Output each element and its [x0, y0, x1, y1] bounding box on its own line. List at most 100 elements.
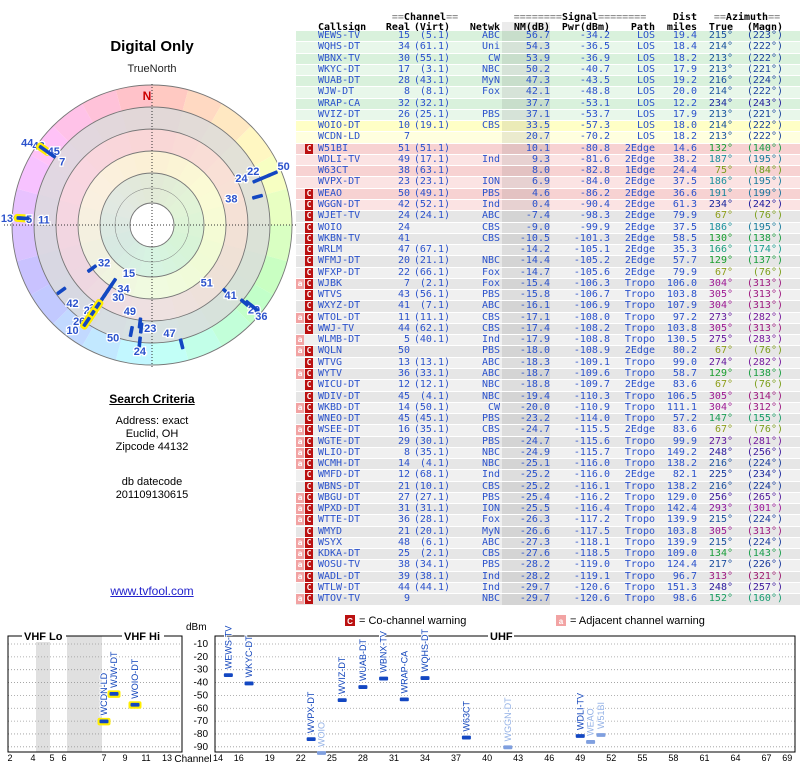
azimuth-true: 248°: [708, 582, 733, 594]
callsign-link[interactable]: WEAO: [318, 188, 380, 199]
callsign-link[interactable]: WVIZ-DT: [318, 109, 380, 120]
callsign-link[interactable]: WTOL-DT: [318, 312, 380, 323]
callsign-link[interactable]: WTVS: [318, 289, 380, 300]
channel-tick: 43: [513, 753, 523, 763]
tvfool-link[interactable]: www.tvfool.com: [110, 584, 193, 598]
callsign-link[interactable]: WQLN: [318, 346, 380, 357]
callsign-link[interactable]: WXYZ-DT: [318, 301, 380, 312]
network: PBS: [481, 187, 500, 199]
callsign-link[interactable]: W63CT: [318, 165, 380, 176]
path: LOS: [636, 30, 655, 41]
path: Tropo: [624, 356, 655, 368]
callsign-link[interactable]: WLMB-DT: [318, 334, 380, 345]
channel-axis-label: Channel: [174, 754, 211, 765]
power-dbm: -106.7: [573, 289, 610, 301]
noise-margin: 0.4: [502, 199, 550, 211]
callsign-link[interactable]: WLIO-DT: [318, 447, 380, 458]
radar-channel-label: 22: [247, 166, 259, 178]
callsign-link[interactable]: WKYC-DT: [318, 64, 380, 75]
noise-margin: 8.0: [502, 165, 550, 177]
distance-miles: 103.8: [666, 322, 697, 334]
callsign-link[interactable]: WWJ-TV: [318, 323, 380, 334]
callsign-link[interactable]: WJET-TV: [318, 210, 380, 221]
chart-station-marker: W63CT: [460, 700, 472, 740]
power-dbm: -109.1: [573, 356, 610, 368]
power-dbm: -81.6: [579, 153, 610, 165]
callsign-link[interactable]: WTTE-DT: [318, 515, 380, 526]
callsign-link[interactable]: WKBD-DT: [318, 402, 380, 413]
callsign-link[interactable]: WRLM: [318, 244, 380, 255]
power-dbm: -110.3: [573, 390, 610, 402]
radar-channel-label: 38: [225, 194, 237, 206]
path: Tropo: [624, 322, 655, 334]
network: NBC: [481, 390, 500, 402]
callsign-link[interactable]: KDKA-DT: [318, 548, 380, 559]
virtual-channel: (40.1): [413, 334, 450, 346]
virtual-channel: (25.1): [413, 108, 450, 120]
callsign-link[interactable]: WBNS-DT: [318, 481, 380, 492]
callsign-link[interactable]: WDLI-TV: [318, 154, 380, 165]
callsign-link[interactable]: W51BI: [318, 143, 380, 154]
callsign-link[interactable]: WTLW-DT: [318, 582, 380, 593]
distance-miles: 19.2: [672, 75, 697, 87]
callsign-link[interactable]: WRAP-CA: [318, 98, 380, 109]
azimuth-true: 67°: [714, 266, 733, 278]
network: CBS: [481, 322, 500, 334]
adjacent-channel-warning-badge: a: [296, 368, 304, 379]
callsign-link[interactable]: WGGN-DT: [318, 199, 380, 210]
callsign-link[interactable]: WGTE-DT: [318, 436, 380, 447]
callsign-link[interactable]: WCDN-LD: [318, 132, 380, 143]
network: Fox: [481, 277, 500, 289]
distance-miles: 18.2: [672, 131, 697, 143]
callsign-link[interactable]: WPXD-DT: [318, 503, 380, 514]
noise-margin: -14.4: [502, 256, 550, 267]
adjacent-channel-warning-badge: a: [296, 346, 304, 357]
callsign-link[interactable]: WUAB-DT: [318, 75, 380, 86]
network: CW: [487, 52, 500, 64]
callsign-link[interactable]: WOIO-DT: [318, 120, 380, 131]
callsign-link[interactable]: WMYD: [318, 526, 380, 537]
callsign-link[interactable]: WDIV-DT: [318, 391, 380, 402]
callsign-link[interactable]: WOSU-TV: [318, 560, 380, 571]
callsign-link[interactable]: WMFD-DT: [318, 470, 380, 481]
noise-margin: -14.7: [502, 267, 550, 278]
distance-miles: 38.2: [672, 153, 697, 165]
callsign-link[interactable]: WJBK: [318, 278, 380, 289]
callsign-link[interactable]: WKBN-TV: [318, 233, 380, 244]
callsign-link[interactable]: WFXP-DT: [318, 267, 380, 278]
callsign-link[interactable]: WSYX: [318, 537, 380, 548]
callsign-link[interactable]: WFMJ-DT: [318, 256, 380, 267]
callsign-link[interactable]: WSEE-DT: [318, 425, 380, 436]
real-channel: 44: [397, 582, 410, 594]
callsign-link[interactable]: WICU-DT: [318, 379, 380, 390]
chart-station-label: WOIO: [317, 722, 327, 747]
callsign-link[interactable]: WBNX-TV: [318, 53, 380, 64]
real-channel: 24: [397, 221, 410, 233]
co-channel-warning-badge: C: [305, 278, 313, 289]
azimuth-true: 216°: [708, 75, 733, 87]
path: Tropo: [624, 401, 655, 413]
callsign-link[interactable]: WVPX-DT: [318, 177, 380, 188]
callsign-link[interactable]: WBGU-DT: [318, 492, 380, 503]
real-channel: 24: [397, 210, 410, 222]
path: 2Edge: [624, 142, 655, 154]
callsign-link[interactable]: WTVG: [318, 357, 380, 368]
noise-margin: -7.4: [502, 210, 550, 222]
callsign-link[interactable]: WCMH-DT: [318, 458, 380, 469]
azimuth-true: 152°: [708, 593, 733, 605]
network: Uni: [481, 41, 500, 53]
table-row: a C WSEE-DT 16 (35.1) CBS -24.7 -115.5 2Edge 83.6…: [296, 424, 800, 437]
co-channel-warning-badge: C: [305, 594, 313, 605]
distance-miles: 35.3: [672, 244, 697, 256]
callsign-link[interactable]: WEWS-TV: [318, 30, 380, 41]
dbm-tick: -70: [194, 716, 209, 727]
callsign-link[interactable]: WQHS-DT: [318, 41, 380, 52]
callsign-link[interactable]: WNEO-DT: [318, 413, 380, 424]
callsign-link[interactable]: WOIO: [318, 222, 380, 233]
callsign-link[interactable]: WJW-DT: [318, 87, 380, 98]
azimuth-magnetic: (195°): [746, 221, 783, 233]
callsign-link[interactable]: WTOV-TV: [318, 593, 380, 604]
callsign-link[interactable]: WADL-DT: [318, 571, 380, 582]
callsign-link[interactable]: WYTV: [318, 368, 380, 379]
radar-channel-label: 47: [163, 328, 175, 340]
